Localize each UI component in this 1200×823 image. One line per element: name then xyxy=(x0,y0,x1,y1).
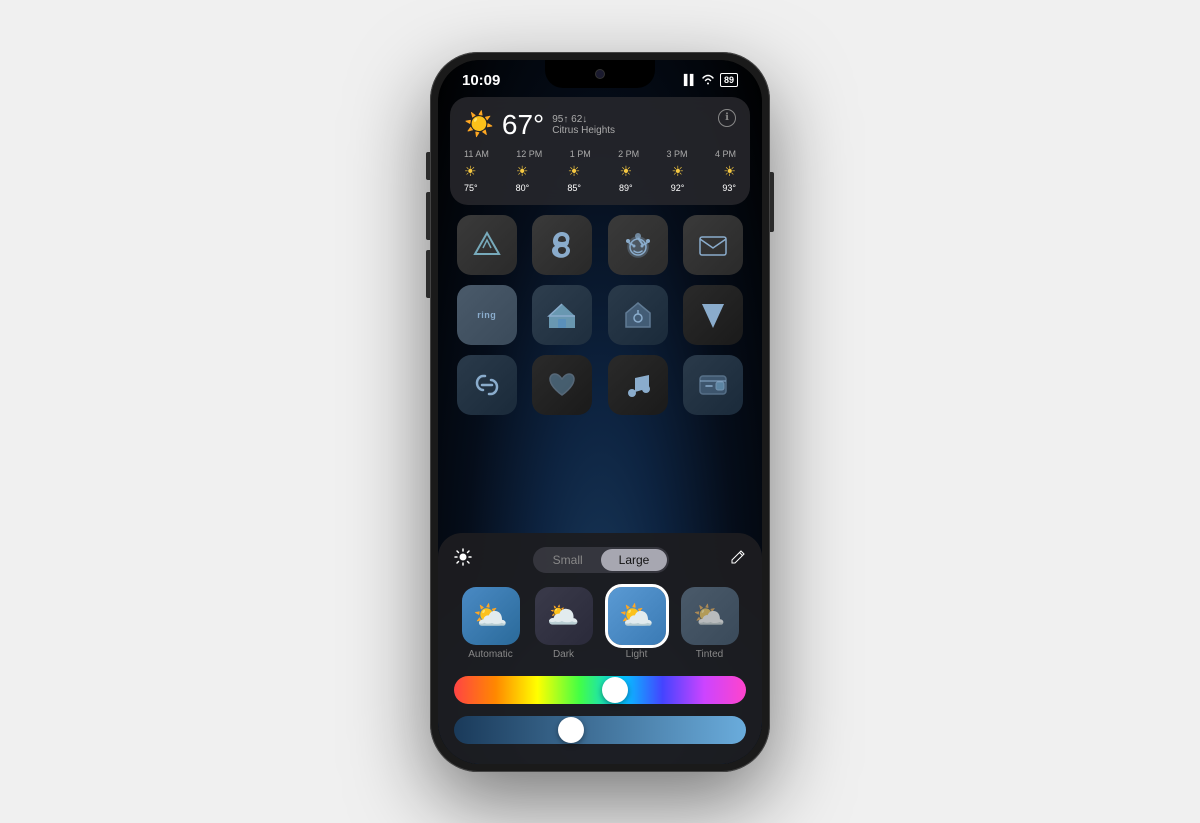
dark-style-option[interactable]: 🌥️ Dark xyxy=(535,587,593,660)
pencil-icon[interactable] xyxy=(730,549,746,570)
brightness-icon xyxy=(454,548,472,571)
dark-icon-preview: 🌥️ xyxy=(535,587,593,645)
status-icons: ▌▌ 89 xyxy=(684,73,738,88)
battery-level: 89 xyxy=(724,75,734,85)
color-track[interactable] xyxy=(454,676,746,704)
health-icon[interactable] xyxy=(532,355,592,415)
camera xyxy=(595,69,605,79)
hour-sun-2: ☀ xyxy=(516,163,529,180)
status-time: 10:09 xyxy=(462,72,500,89)
automatic-icon-preview: ⛅ xyxy=(462,587,520,645)
dark-label: Dark xyxy=(553,649,574,660)
color-slider-thumb[interactable] xyxy=(602,677,628,703)
brightness-track[interactable] xyxy=(454,716,746,744)
automatic-style-option[interactable]: ⛅ Automatic xyxy=(462,587,520,660)
hour-sun-1: ☀ xyxy=(464,163,477,180)
ring-icon[interactable]: ring xyxy=(457,285,517,345)
weather-temp-area: ☀️ 67° 95↑ 62↓ Citrus Heights xyxy=(464,109,615,141)
weather-temps-row: 75° 80° 85° 89° 92° 93° xyxy=(464,183,736,193)
home-icon[interactable] xyxy=(532,285,592,345)
tinted-style-option[interactable]: ⛅ Tinted xyxy=(681,587,739,660)
weather-info-button[interactable]: ℹ xyxy=(718,109,736,127)
bottom-panel: Small Large ⛅ Automatic xyxy=(438,533,762,764)
music-icon[interactable] xyxy=(608,355,668,415)
ring-label: ring xyxy=(477,310,496,320)
app-store-icon[interactable] xyxy=(457,215,517,275)
silent-switch[interactable] xyxy=(426,152,430,180)
wallet-icon[interactable] xyxy=(683,355,743,415)
weather-sun-icon: ☀️ xyxy=(464,110,494,139)
tinted-icon-preview: ⛅ xyxy=(681,587,739,645)
light-label: Light xyxy=(626,649,648,660)
hour-sun-6: ☀ xyxy=(723,163,736,180)
hour-sun-4: ☀ xyxy=(620,163,633,180)
power-button[interactable] xyxy=(770,172,774,232)
weather-hilow: 95↑ 62↓ xyxy=(552,114,615,125)
automatic-label: Automatic xyxy=(468,649,512,660)
weather-times-row: 11 AM 12 PM 1 PM 2 PM 3 PM 4 PM xyxy=(464,149,736,159)
color-slider-row xyxy=(454,676,746,704)
small-size-pill[interactable]: Small xyxy=(535,549,601,571)
signal-icon: ▌▌ xyxy=(684,75,696,86)
linea-icon[interactable] xyxy=(457,355,517,415)
weather-location: Citrus Heights xyxy=(552,125,615,136)
notch xyxy=(545,60,655,88)
hour-sun-5: ☀ xyxy=(672,163,685,180)
weather-temp-block: 67° xyxy=(502,109,544,141)
light-style-option[interactable]: ⛅ Light xyxy=(608,587,666,660)
threads-icon[interactable] xyxy=(532,215,592,275)
wifi-icon xyxy=(701,73,715,88)
gmail-icon[interactable] xyxy=(683,215,743,275)
weather-header: ☀️ 67° 95↑ 62↓ Citrus Heights ℹ xyxy=(464,109,736,141)
size-pills: Small Large xyxy=(533,547,670,573)
weather-icons-row: ☀ ☀ ☀ ☀ ☀ ☀ xyxy=(464,163,736,180)
homekit-icon[interactable] xyxy=(608,285,668,345)
brightness-slider-row xyxy=(454,716,746,744)
volume-up-button[interactable] xyxy=(426,192,430,240)
large-size-pill[interactable]: Large xyxy=(601,549,668,571)
weather-widget[interactable]: ☀️ 67° 95↑ 62↓ Citrus Heights ℹ 11 AM 12… xyxy=(450,97,750,205)
tinted-label: Tinted xyxy=(696,649,723,660)
brightness-slider-thumb[interactable] xyxy=(558,717,584,743)
weather-temperature: 67° xyxy=(502,109,544,141)
reddit-icon[interactable] xyxy=(608,215,668,275)
volume-down-button[interactable] xyxy=(426,250,430,298)
tesla-icon[interactable] xyxy=(683,285,743,345)
light-icon-preview: ⛅ xyxy=(608,587,666,645)
size-controls: Small Large xyxy=(454,547,746,573)
hour-sun-3: ☀ xyxy=(568,163,581,180)
app-grid-row1: ring xyxy=(438,215,762,415)
icon-style-options: ⛅ Automatic 🌥️ Dark ⛅ Light xyxy=(454,587,746,660)
battery-icon: 89 xyxy=(720,73,738,87)
phone-device: 10:09 ▌▌ 89 ☀️ xyxy=(430,52,770,772)
weather-details: 95↑ 62↓ Citrus Heights xyxy=(552,114,615,136)
phone-screen: 10:09 ▌▌ 89 ☀️ xyxy=(438,60,762,764)
